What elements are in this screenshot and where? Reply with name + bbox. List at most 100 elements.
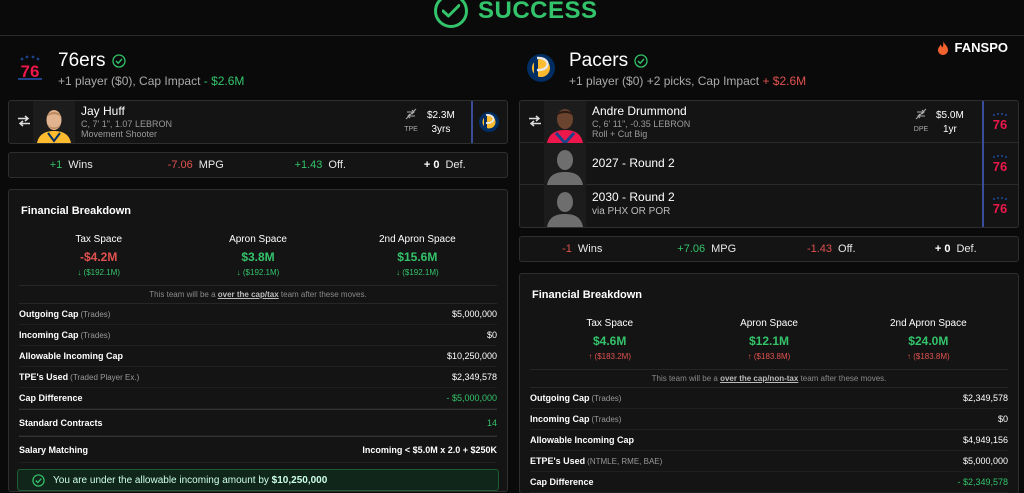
stat-label: Wins (68, 159, 93, 171)
pick-avatar-placeholder (544, 185, 586, 227)
row-label: Allowable Incoming Cap (530, 435, 634, 445)
second-apron-space: 2nd Apron Space $24.0M ↑ ($183.8M) (849, 318, 1008, 361)
summary-text: +1 player ($0) +2 picks, Cap Impact (569, 74, 763, 88)
verified-check-icon (634, 54, 648, 68)
row-label: Incoming Cap (Trades) (19, 330, 110, 340)
pick-name[interactable]: 2030 - Round 2 (592, 190, 675, 204)
salary-value: $2.3M (427, 110, 455, 121)
player-name[interactable]: Jay Huff (81, 104, 125, 118)
space-delta-value: ($183.8M) (913, 352, 950, 361)
76ers-logo-icon: 76 (993, 196, 1007, 216)
pick-name[interactable]: 2027 - Round 2 (592, 156, 675, 170)
cap-status-note: This team will be a over the cap/non-tax… (530, 369, 1008, 388)
row-hint: (Trades) (80, 331, 111, 340)
swap-arrows-icon[interactable] (528, 114, 542, 128)
space-delta-value: ($183.8M) (753, 352, 791, 361)
player-archetype: Roll + Cut Big (592, 129, 648, 139)
pacers-logo-icon (527, 54, 555, 82)
note-text: team after these moves. (798, 374, 887, 383)
impact-stats: -1 Wins +7.06 MPG -1.43 Off. + 0 Def. (519, 236, 1019, 262)
stat-value: +7.06 (677, 243, 706, 255)
row-value: $5,000,000 (451, 309, 497, 319)
team-summary: +1 player ($0), Cap Impact - $2.6M (58, 74, 244, 88)
player-bio: C, 6' 11", -0.35 LEBRON (592, 119, 691, 129)
fin-row-incoming-cap: Incoming Cap (Trades) $0 (530, 409, 1008, 430)
cap-status-link[interactable]: over the cap/tax (218, 290, 279, 299)
stat-mpg: -7.06 MPG (134, 159, 259, 171)
space-value: -$4.2M (79, 250, 118, 264)
player-archetype: Movement Shooter (81, 129, 158, 139)
player-bio: C, 7' 1", 1.07 LEBRON (81, 119, 172, 129)
svg-text:76: 76 (993, 201, 1007, 216)
player-avatar (33, 101, 75, 143)
76ers-logo-icon: 76 (993, 112, 1007, 132)
space-delta-value: ($192.1M) (242, 268, 280, 277)
no-trade-icon (405, 108, 417, 120)
impact-stats: +1 Wins -7.06 MPG +1.43 Off. + 0 Def. (8, 152, 508, 178)
row-label: Allowable Incoming Cap (19, 351, 123, 361)
cap-spaces: Tax Space $4.6M ↑ ($183.2M) Apron Space … (530, 312, 1008, 361)
player-row[interactable]: Andre Drummond C, 6' 11", -0.35 LEBRON R… (520, 101, 1018, 143)
financial-breakdown: Financial Breakdown Tax Space $4.6M ↑ ($… (519, 273, 1019, 493)
row-value: $2,349,578 (962, 393, 1008, 403)
space-delta: ↑ ($183.2M) (530, 352, 689, 361)
row-value: - $2,349,578 (957, 477, 1008, 487)
row-value: Incoming < $5.0M x 2.0 + $250K (362, 444, 497, 455)
row-label-text: Cap Difference (19, 393, 83, 403)
check-circle-icon (32, 473, 45, 487)
fin-row-incoming-cap: Incoming Cap (Trades) $0 (19, 325, 497, 346)
row-label-text: ETPE's Used (530, 456, 586, 466)
stat-wins: +1 Wins (9, 159, 134, 171)
row-hint: (NTMLE, RME, BAE) (587, 457, 663, 466)
message-text: You are under the allowable incoming amo… (53, 474, 272, 486)
pick-detail: via PHX OR POR (592, 206, 671, 217)
message-amount: $10,250,000 (271, 474, 328, 486)
stat-label: Off. (838, 243, 856, 255)
svg-text:76: 76 (993, 159, 1007, 174)
success-banner: SUCCESS (434, 0, 598, 28)
row-value: $0 (997, 414, 1008, 424)
summary-text: +1 player ($0), Cap Impact (58, 74, 204, 88)
space-value: $15.6M (397, 250, 438, 264)
player-row[interactable]: Jay Huff C, 7' 1", 1.07 LEBRON Movement … (9, 101, 507, 143)
space-value: $24.0M (908, 334, 949, 348)
player-meta: C, 7' 1", 1.07 LEBRON Movement Shooter (81, 119, 172, 139)
row-label: Salary Matching (19, 444, 89, 455)
contract-info: $5.0M 1yr (936, 109, 964, 137)
pick-avatar-placeholder (544, 143, 586, 185)
stat-value: -7.06 (167, 159, 193, 171)
fin-row-allowable-incoming: Allowable Incoming Cap $4,949,156 (530, 430, 1008, 451)
fin-row-standard-contracts: Standard Contracts 14 (19, 409, 497, 436)
draft-pick-row[interactable]: 2027 - Round 2 76 (520, 143, 1018, 185)
exception-indicator: DPE (911, 107, 931, 133)
note-text: This team will be a (149, 290, 218, 299)
row-label-text: Outgoing Cap (530, 393, 590, 403)
stat-label: Def. (956, 243, 977, 255)
cap-spaces: Tax Space -$4.2M ↓ ($192.1M) Apron Space… (19, 228, 497, 277)
stat-value: + 0 (423, 159, 440, 171)
exception-label: DPE (913, 126, 929, 133)
draft-pick-row[interactable]: 2030 - Round 2 via PHX OR POR 76 (520, 185, 1018, 227)
tax-space: Tax Space -$4.2M ↓ ($192.1M) (19, 234, 178, 277)
space-delta-value: ($192.1M) (83, 268, 121, 277)
team-name: 76ers (58, 50, 126, 72)
stat-value: -1 (562, 243, 572, 255)
swap-arrows-icon[interactable] (17, 114, 31, 128)
stat-wins: -1 Wins (520, 243, 645, 255)
row-value: $0 (486, 330, 497, 340)
player-meta: C, 6' 11", -0.35 LEBRON Roll + Cut Big (592, 119, 690, 139)
fin-row-outgoing-cap: Outgoing Cap (Trades) $2,349,578 (530, 388, 1008, 409)
fin-row-outgoing-cap: Outgoing Cap (Trades) $5,000,000 (19, 304, 497, 325)
destination-team-76ers: 76 (982, 185, 1016, 227)
row-hint: (Trades) (591, 394, 622, 403)
team-header: 76 76ers +1 player ($0), Cap Impact - $2… (8, 44, 508, 92)
row-hint: (Trades) (591, 415, 622, 424)
space-delta: ↑ ($183.8M) (849, 352, 1008, 361)
stat-def: + 0 Def. (894, 243, 1019, 255)
stat-label: MPG (198, 159, 224, 171)
space-delta: ↓ ($192.1M) (338, 268, 497, 277)
stat-off: +1.43 Off. (258, 159, 383, 171)
section-title: Financial Breakdown (532, 289, 643, 301)
player-name[interactable]: Andre Drummond (592, 104, 687, 118)
cap-status-link[interactable]: over the cap/non-tax (720, 374, 798, 383)
